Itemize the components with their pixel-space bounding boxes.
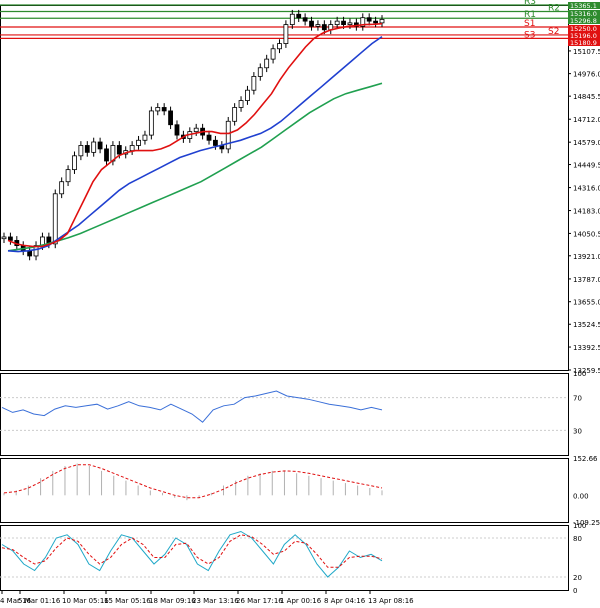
price-label: 15365.1	[570, 2, 597, 10]
candle-body	[59, 181, 65, 195]
candle-body	[78, 145, 84, 157]
panel-frame-1	[0, 373, 569, 456]
candle-body	[379, 19, 385, 24]
candle-body	[341, 20, 346, 25]
candle-body	[168, 110, 173, 126]
candle-body	[277, 43, 282, 50]
stoch-tick-label: 0	[573, 587, 577, 595]
y-tick-label: 14183.0	[573, 208, 600, 216]
candle-body	[334, 20, 340, 25]
candle-body	[289, 13, 295, 25]
y-tick-label: 14845.5	[573, 93, 600, 101]
y-tick-label: 14976.0	[573, 71, 600, 79]
candle-body	[161, 107, 167, 112]
x-tick-label: 13 Apr 08:16	[368, 597, 414, 605]
candle-body	[225, 120, 231, 150]
ma-fast-line	[7, 22, 383, 248]
x-tick-label: 10 Mar 05:16	[62, 597, 109, 605]
stoch-tick-label: 80	[573, 535, 582, 543]
stoch-tick-label: 100	[573, 522, 586, 530]
candle-body	[174, 124, 180, 136]
candle-body	[213, 139, 218, 146]
x-tick-label: 18 Mar 09:16	[149, 597, 196, 605]
candle-body	[155, 107, 161, 112]
candle-body	[52, 193, 58, 245]
candle-body	[193, 127, 199, 133]
candle-body	[8, 236, 13, 241]
candle-body	[315, 24, 321, 27]
x-tick-label: 23 Mar 13:16	[192, 597, 239, 605]
candle-body	[264, 58, 270, 69]
price-label: 15180.9	[570, 39, 597, 47]
candle-body	[257, 67, 263, 77]
pivot-label-r2: R2	[548, 3, 560, 13]
x-tick-label: 15 Mar 05:16	[104, 597, 151, 605]
y-tick-label: 13921.0	[573, 253, 600, 261]
y-tick-label: 13392.5	[573, 344, 600, 352]
candle-body	[309, 20, 314, 27]
candle-body	[206, 134, 212, 141]
pivot-label-r3: R3	[524, 0, 536, 7]
candle-body	[84, 145, 90, 153]
y-tick-label: 15107.5	[573, 48, 600, 56]
candle-body	[104, 148, 109, 162]
y-tick-label: 13524.5	[573, 321, 600, 329]
y-tick-label: 14579.0	[573, 139, 600, 147]
candle-body	[302, 17, 308, 22]
candle-body	[136, 139, 141, 146]
candle-body	[1, 236, 7, 240]
candle-body	[283, 24, 289, 44]
candle-body	[238, 100, 244, 108]
candle-body	[116, 145, 122, 155]
y-tick-label: 13787.0	[573, 276, 600, 284]
rsi-tick-label: 30	[573, 427, 582, 435]
candle-body	[232, 107, 238, 122]
chart-canvas: 13259.513392.513524.513655.013787.013921…	[0, 0, 600, 605]
candle-body	[321, 24, 327, 31]
candle-body	[91, 141, 97, 153]
y-tick-label: 13655.0	[573, 299, 600, 307]
candle-body	[129, 145, 135, 152]
candle-body	[366, 17, 372, 22]
y-tick-label: 14712.0	[573, 116, 600, 124]
candle-body	[142, 134, 148, 141]
candle-body	[65, 169, 71, 183]
macd-tick-label: 0.00	[573, 492, 589, 500]
candle-body	[347, 22, 353, 25]
panel-frame-0	[0, 5, 569, 371]
candle-body	[251, 75, 257, 91]
rsi-tick-label: 100	[573, 370, 586, 378]
candle-body	[270, 48, 276, 60]
macd-signal-line	[3, 464, 383, 499]
y-tick-label: 14050.5	[573, 230, 600, 238]
x-tick-label: 1 Apr 00:16	[280, 597, 322, 605]
candle-body	[296, 13, 302, 19]
candle-body	[97, 141, 103, 150]
y-tick-label: 14316.0	[573, 185, 600, 193]
ma-mid-line	[7, 36, 383, 253]
x-tick-label: 26 Mar 17:16	[236, 597, 283, 605]
x-tick-label: 5 Mar 01:16	[18, 597, 61, 605]
candle-body	[72, 155, 77, 171]
stoch-signal-line	[1, 534, 383, 568]
rsi-tick-label: 70	[573, 395, 582, 403]
pivot-label-s2: S2	[548, 27, 559, 37]
pivot-label-s3: S3	[524, 30, 535, 40]
candle-body	[245, 89, 250, 101]
price-label: 15296.8	[570, 17, 597, 25]
y-tick-label: 14449.5	[573, 162, 600, 170]
stoch-tick-label: 20	[573, 574, 582, 582]
pivot-label-s1: S1	[524, 19, 535, 29]
macd-tick-label: 152.66	[573, 455, 598, 463]
candle-body	[148, 110, 154, 136]
rsi-line	[1, 390, 383, 423]
x-tick-label: 8 Apr 04:16	[324, 597, 366, 605]
candle-body	[373, 20, 378, 24]
ma-slow-line	[7, 82, 383, 252]
